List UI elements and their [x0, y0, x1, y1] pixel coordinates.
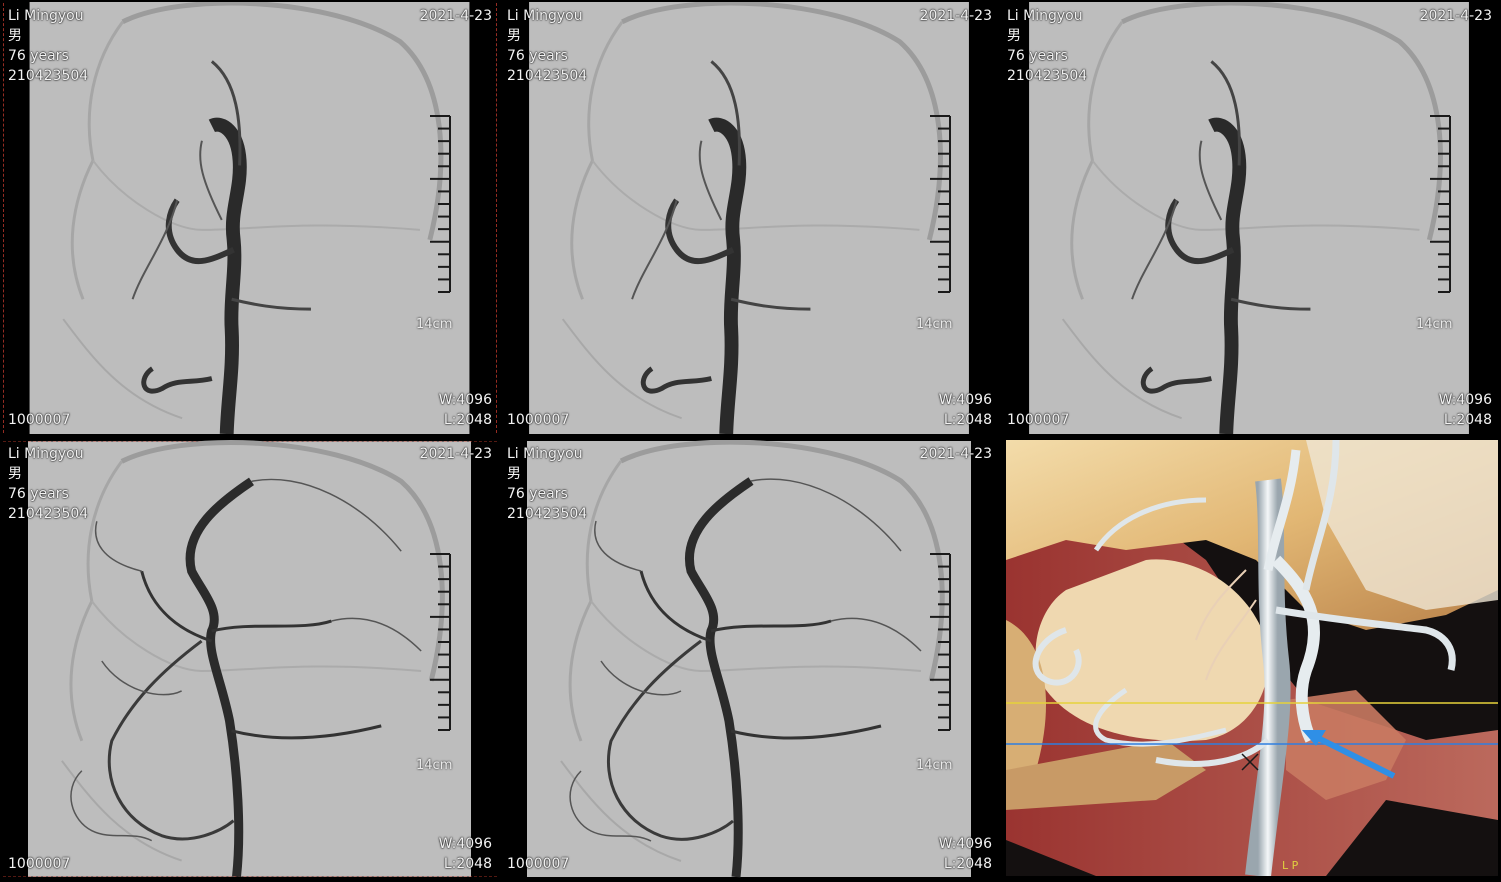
window-window: W:4096 [1438, 392, 1492, 408]
window-level: L:2048 [943, 856, 992, 872]
window-window: W:4096 [938, 836, 992, 852]
patient-name: Li Mingyou [8, 8, 84, 24]
patient-sex: 男 [1007, 28, 1021, 44]
volume-render-image [1006, 440, 1498, 876]
study-date: 2021-4-23 [919, 8, 992, 24]
patient-sex: 男 [8, 466, 22, 482]
patient-name: Li Mingyou [8, 446, 84, 462]
patient-name: Li Mingyou [1007, 8, 1083, 24]
patient-info-overlay: Li Mingyou 男 76 years 210423504 [8, 6, 88, 86]
patient-sex: 男 [8, 28, 22, 44]
window-level-overlay: W:4096 L:2048 [439, 390, 492, 430]
study-date: 2021-4-23 [1419, 8, 1492, 24]
window-level-overlay: W:4096 L:2048 [939, 390, 992, 430]
scale-label: 14cm [416, 317, 453, 332]
scale-label: 14cm [916, 317, 953, 332]
window-window: W:4096 [438, 836, 492, 852]
image-grid: 14cm Li Mingyou 男 76 years 210423504 2021-4-2… [0, 0, 1501, 882]
patient-patient-id: 210423504 [507, 68, 588, 84]
scale-ruler [430, 553, 451, 731]
window-level: L:2048 [1443, 412, 1492, 428]
image-number: 1000007 [1007, 412, 1070, 428]
patient-sex: 男 [507, 466, 521, 482]
patient-age: 76 years [8, 486, 69, 502]
patient-sex: 男 [507, 28, 521, 44]
orientation-label: L P [1282, 859, 1299, 872]
patient-age: 76 years [507, 486, 568, 502]
dsa-viewport[interactable]: 14cm Li Mingyou 男 76 years 210423504 2021-4-2… [501, 440, 998, 878]
window-level-overlay: W:4096 L:2048 [1439, 390, 1492, 430]
scale-label: 14cm [1416, 317, 1453, 332]
patient-age: 76 years [507, 48, 568, 64]
study-date: 2021-4-23 [919, 446, 992, 462]
patient-info-overlay: Li Mingyou 男 76 years 210423504 [507, 6, 587, 86]
patient-age: 76 years [8, 48, 69, 64]
image-number: 1000007 [8, 856, 71, 872]
image-number: 1000007 [8, 412, 71, 428]
dsa-viewport[interactable]: 14cm Li Mingyou 男 76 years 210423504 2021-4-2… [1001, 2, 1498, 434]
image-number: 1000007 [507, 412, 570, 428]
window-window: W:4096 [438, 392, 492, 408]
patient-name: Li Mingyou [507, 446, 583, 462]
scale-ruler [1430, 115, 1451, 293]
scale-label: 14cm [416, 758, 453, 773]
dsa-viewport[interactable]: 14cm Li Mingyou 男 76 years 210423504 2021-4-2… [501, 2, 998, 434]
scale-label: 14cm [916, 758, 953, 773]
window-level-overlay: W:4096 L:2048 [439, 834, 492, 874]
patient-info-overlay: Li Mingyou 男 76 years 210423504 [8, 444, 88, 524]
dsa-viewport[interactable]: 14cm Li Mingyou 男 76 years 210423504 2021-4-2… [2, 440, 498, 878]
patient-info-overlay: Li Mingyou 男 76 years 210423504 [1007, 6, 1087, 86]
scale-ruler [430, 115, 451, 293]
patient-patient-id: 210423504 [8, 68, 89, 84]
window-level: L:2048 [443, 856, 492, 872]
patient-name: Li Mingyou [507, 8, 583, 24]
patient-patient-id: 210423504 [8, 506, 89, 522]
patient-info-overlay: Li Mingyou 男 76 years 210423504 [507, 444, 587, 524]
scale-ruler [930, 553, 951, 731]
patient-patient-id: 210423504 [1007, 68, 1088, 84]
dsa-viewport[interactable]: 14cm Li Mingyou 男 76 years 210423504 2021-4-2… [2, 2, 498, 434]
volume-render-viewport[interactable]: L P [1006, 440, 1498, 876]
patient-patient-id: 210423504 [507, 506, 588, 522]
window-level: L:2048 [943, 412, 992, 428]
window-level-overlay: W:4096 L:2048 [939, 834, 992, 874]
study-date: 2021-4-23 [419, 8, 492, 24]
scale-ruler [930, 115, 951, 293]
image-number: 1000007 [507, 856, 570, 872]
window-window: W:4096 [938, 392, 992, 408]
patient-age: 76 years [1007, 48, 1068, 64]
row-divider [0, 434, 1501, 438]
study-date: 2021-4-23 [419, 446, 492, 462]
window-level: L:2048 [443, 412, 492, 428]
